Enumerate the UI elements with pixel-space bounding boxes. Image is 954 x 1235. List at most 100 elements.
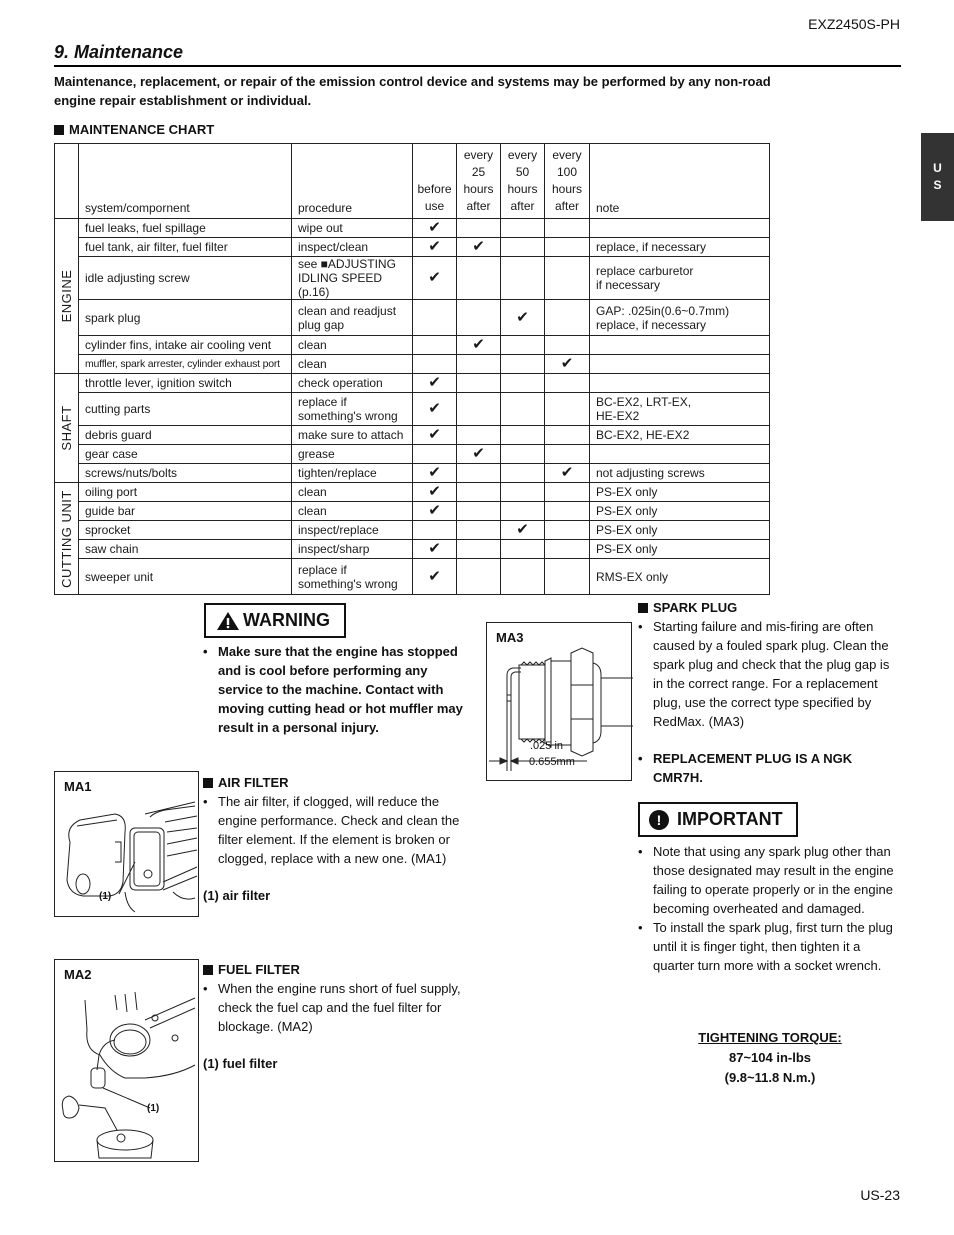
interval-cell-h100 <box>544 501 590 521</box>
component-cell: idle adjusting screw <box>78 256 292 300</box>
header-note: note <box>589 143 770 219</box>
note-cell: PS-EX only <box>589 482 770 502</box>
interval-cell-before_use: ✔ <box>412 392 457 426</box>
interval-cell-h100: ✔ <box>544 354 590 374</box>
interval-cell-h25 <box>456 218 501 238</box>
air-filter-section: AIR FILTER The air filter, if clogged, w… <box>203 773 468 905</box>
checkmark-icon: ✔ <box>516 521 529 538</box>
interval-cell-h25 <box>456 520 501 540</box>
interval-cell-h50 <box>500 354 545 374</box>
interval-cell-h25: ✔ <box>456 237 501 257</box>
warning-text: Make sure that the engine has stopped an… <box>203 642 468 737</box>
warning-list: Make sure that the engine has stopped an… <box>203 642 468 737</box>
note-cell: replace carburetor if necessary <box>589 256 770 300</box>
interval-cell-h100 <box>544 237 590 257</box>
interval-cell-h25 <box>456 256 501 300</box>
group-label-cell: SHAFT <box>54 373 79 483</box>
component-cell: spark plug <box>78 299 292 336</box>
table-row: sweeper unit replace if something's wrong ✔… <box>55 558 770 595</box>
procedure-cell: inspect/sharp <box>291 539 413 559</box>
procedure-cell: clean <box>291 501 413 521</box>
checkmark-icon: ✔ <box>428 464 441 481</box>
note-cell: PS-EX only <box>589 539 770 559</box>
interval-cell-h100 <box>544 425 590 445</box>
important-label-box: ! IMPORTANT <box>638 802 798 837</box>
checkmark-icon: ✔ <box>472 445 485 462</box>
note-cell: RMS-EX only <box>589 558 770 595</box>
fuel-filter-text: When the engine runs short of fuel suppl… <box>203 979 468 1036</box>
spark-plug-text: Starting failure and mis-firing are ofte… <box>638 617 903 731</box>
interval-cell-before_use: ✔ <box>412 218 457 238</box>
table-row: fuel tank, air filter, fuel filter inspec… <box>55 237 770 257</box>
figure-ma3-spark-plug: MA3 .025 in 0.655mm <box>486 622 633 781</box>
procedure-cell: tighten/replace <box>291 463 413 483</box>
interval-cell-h50 <box>500 558 545 595</box>
note-cell: PS-EX only <box>589 520 770 540</box>
section-title: 9. Maintenance <box>54 42 184 62</box>
note-cell <box>589 218 770 238</box>
interval-cell-before_use <box>412 354 457 374</box>
interval-cell-before_use <box>412 520 457 540</box>
interval-cell-h50 <box>500 444 545 464</box>
warning-label-box: WARNING <box>204 603 346 638</box>
interval-cell-h50 <box>500 335 545 355</box>
language-tab-line1: U <box>933 161 942 175</box>
torque-imperial: 87~104 in-lbs <box>728 1050 812 1065</box>
checkmark-icon: ✔ <box>428 567 441 585</box>
table-row: spark plug clean and readjust plug gap ✔ GAP… <box>55 299 770 336</box>
checkmark-icon: ✔ <box>428 400 441 417</box>
language-tab[interactable]: U S <box>921 133 954 221</box>
component-cell: screws/nuts/bolts <box>78 463 292 483</box>
table-row: guide bar clean ✔ PS-EX only <box>55 501 770 521</box>
fuel-filter-heading: FUEL FILTER <box>203 960 468 979</box>
important-list: Note that using any spark plug other tha… <box>638 842 903 975</box>
interval-cell-before_use: ✔ <box>412 237 457 257</box>
checkmark-icon: ✔ <box>560 464 574 481</box>
fuel-filter-heading-label: FUEL FILTER <box>218 962 300 977</box>
replacement-plug-text: REPLACEMENT PLUG IS A NGK CMR7H. <box>638 749 903 787</box>
component-cell: sprocket <box>78 520 292 540</box>
exclamation-circle-icon: ! <box>649 809 669 830</box>
interval-cell-h100 <box>544 335 590 355</box>
air-filter-list: The air filter, if clogged, will reduce … <box>203 792 468 868</box>
interval-cell-before_use: ✔ <box>412 425 457 445</box>
page-number: US-23 <box>860 1187 900 1203</box>
procedure-cell: inspect/clean <box>291 237 413 257</box>
group-label: SHAFT <box>58 405 74 451</box>
chart-heading: MAINTENANCE CHART <box>54 122 214 137</box>
header-every-50: every 50 hours after <box>500 143 545 219</box>
spark-plug-heading-label: SPARK PLUG <box>653 600 738 615</box>
interval-cell-before_use <box>412 444 457 464</box>
procedure-cell: check operation <box>291 373 413 393</box>
interval-cell-h100 <box>544 256 590 300</box>
title-rule <box>54 65 901 67</box>
procedure-cell: inspect/replace <box>291 520 413 540</box>
spark-plug-heading: SPARK PLUG <box>638 598 903 617</box>
note-cell: replace, if necessary <box>589 237 770 257</box>
note-cell: GAP: .025in(0.6~0.7mm) replace, if necess… <box>589 299 770 336</box>
callout-1-air-filter: (1) <box>99 891 112 902</box>
air-filter-legend: (1) air filter <box>203 888 271 903</box>
note-cell <box>589 354 770 374</box>
interval-cell-h100 <box>544 444 590 464</box>
important-label: IMPORTANT <box>677 809 783 829</box>
interval-cell-h50 <box>500 482 545 502</box>
note-cell: BC-EX2, LRT-EX, HE-EX2 <box>589 392 770 426</box>
component-cell: saw chain <box>78 539 292 559</box>
header-every-100: every 100 hours after <box>544 143 590 219</box>
interval-cell-h100 <box>544 373 590 393</box>
air-filter-heading: AIR FILTER <box>203 773 468 792</box>
interval-cell-before_use <box>412 335 457 355</box>
fuel-filter-legend: (1) fuel filter <box>203 1056 278 1071</box>
interval-cell-before_use: ✔ <box>412 373 457 393</box>
interval-cell-before_use: ✔ <box>412 501 457 521</box>
table-row: ENGINE fuel leaks, fuel spillage wipe out ✔ <box>54 218 770 374</box>
component-cell: debris guard <box>78 425 292 445</box>
checkmark-icon: ✔ <box>472 336 485 353</box>
header-every-25: every 25 hours after <box>456 143 501 219</box>
group-label-cell: CUTTING UNIT <box>54 482 79 595</box>
interval-cell-h25 <box>456 425 501 445</box>
interval-cell-h25 <box>456 392 501 426</box>
torque-metric: (9.8~11.8 N.m.) <box>724 1070 816 1085</box>
interval-cell-h50 <box>500 218 545 238</box>
